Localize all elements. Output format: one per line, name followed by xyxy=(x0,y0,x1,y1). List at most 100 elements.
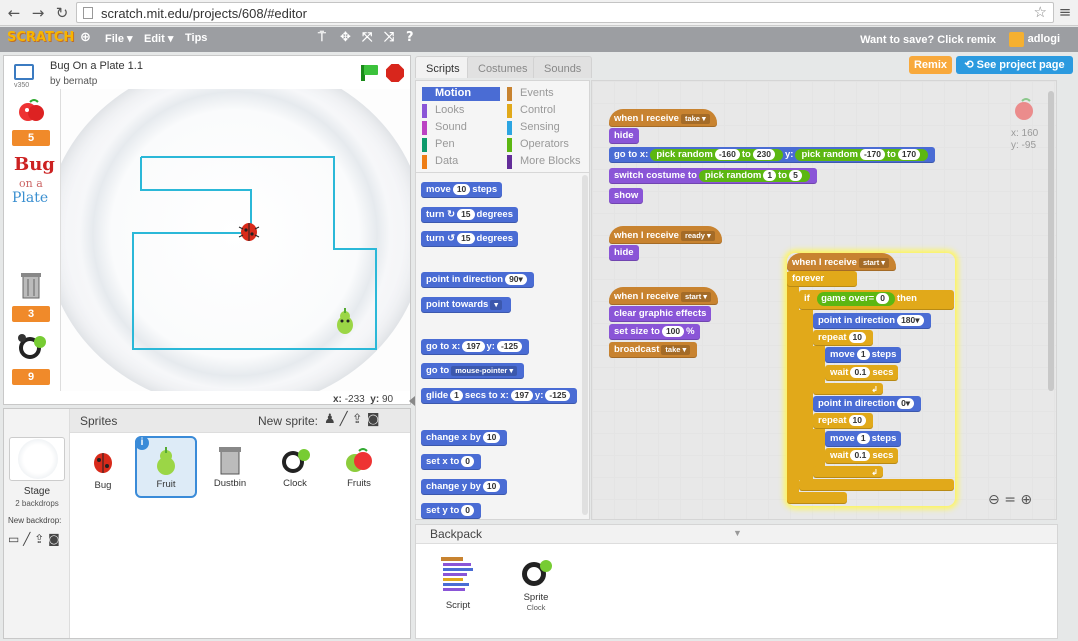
block-set-y[interactable]: set y to 0 xyxy=(421,503,481,519)
hat-when-receive-take[interactable]: when I receive take ▾ xyxy=(609,109,717,127)
sprite-thumb-dustbin[interactable]: Dustbin xyxy=(200,445,260,507)
palette-scrollbar[interactable] xyxy=(582,175,588,515)
block-forever[interactable]: forever xyxy=(787,271,857,287)
tab-scripts[interactable]: Scripts xyxy=(415,56,471,78)
scratch-menubar: SCRATCH ⊕ File ▾ Edit ▾ Tips ⍑ ✥ ⤧ ⤨ ? W… xyxy=(0,27,1078,52)
fruit-sprite[interactable] xyxy=(333,307,357,335)
user-avatar-icon[interactable] xyxy=(1009,32,1024,47)
shrink-icon[interactable]: ⤨ xyxy=(384,30,394,45)
tips-menu[interactable]: Tips xyxy=(185,32,207,44)
help-icon[interactable]: ? xyxy=(406,30,414,45)
category-sound[interactable]: Sound xyxy=(422,121,467,135)
delete-icon[interactable]: ✥ xyxy=(340,30,351,45)
green-flag-cloth[interactable] xyxy=(364,65,378,75)
block-glide[interactable]: glide 1 secs to x: 197 y: -125 xyxy=(421,388,578,404)
block-hide-2[interactable]: hide xyxy=(609,245,639,261)
block-show[interactable]: show xyxy=(609,188,644,204)
hat-when-receive-ready[interactable]: when I receive ready ▾ xyxy=(609,226,722,244)
backpack-header[interactable]: Backpack ▼ xyxy=(416,525,1057,544)
block-go-to-random[interactable]: go to x: pick random -160 to 230 y: pick rando… xyxy=(609,147,936,163)
block-move-2[interactable]: move 1 steps xyxy=(825,431,902,447)
backpack-toggle-icon[interactable]: ▼ xyxy=(733,528,742,538)
reload-icon[interactable]: ↻ xyxy=(52,3,72,23)
category-pen[interactable]: Pen xyxy=(422,138,455,152)
category-more-blocks[interactable]: More Blocks xyxy=(507,155,581,169)
fullscreen-icon[interactable] xyxy=(14,64,34,80)
file-menu[interactable]: File ▾ xyxy=(105,32,133,45)
see-project-page-button[interactable]: ⟲ See project page xyxy=(956,56,1073,74)
hat-when-receive-start-2[interactable]: when I receive start ▾ xyxy=(787,253,897,271)
category-operators[interactable]: Operators xyxy=(507,138,569,152)
browser-menu-icon[interactable]: ≡ xyxy=(1052,0,1078,26)
block-move-1[interactable]: move 1 steps xyxy=(825,347,902,363)
block-turn-left[interactable]: turn ↺ 15 degrees xyxy=(421,231,518,247)
paint-sprite-icon[interactable]: ╱ xyxy=(340,412,348,427)
block-switch-costume[interactable]: switch costume to pick random 1 to 5 xyxy=(609,168,817,184)
block-set-x[interactable]: set x to 0 xyxy=(421,454,481,470)
block-broadcast[interactable]: broadcast take ▾ xyxy=(609,342,698,358)
block-go-to[interactable]: go to mouse-pointer ▾ xyxy=(421,363,525,379)
block-move[interactable]: move 10 steps xyxy=(421,182,503,198)
category-control[interactable]: Control xyxy=(507,104,555,118)
bookmark-star-icon[interactable]: ☆ xyxy=(1034,3,1047,21)
block-wait-2[interactable]: wait 0.1 secs xyxy=(825,448,899,464)
backpack-item-sprite[interactable]: Sprite Clock xyxy=(506,555,566,612)
block-point-0[interactable]: point in direction 0▾ xyxy=(813,396,922,412)
block-repeat-1[interactable]: repeat 10 xyxy=(813,330,873,346)
username[interactable]: adlogi xyxy=(1028,33,1060,45)
sprite-thumb-fruits[interactable]: Fruits xyxy=(329,445,389,507)
backdrop-paint-icon[interactable]: ╱ xyxy=(23,532,30,546)
tab-costumes[interactable]: Costumes xyxy=(467,56,539,78)
forward-icon[interactable]: → xyxy=(28,3,48,23)
category-events[interactable]: Events xyxy=(507,87,554,101)
block-point-180[interactable]: point in direction 180▾ xyxy=(813,313,931,329)
sprite-thumb-fruit[interactable]: i Fruit xyxy=(135,436,197,498)
info-icon[interactable]: i xyxy=(135,436,149,450)
edit-menu[interactable]: Edit ▾ xyxy=(144,32,173,45)
stage-thumbnail[interactable] xyxy=(9,437,65,481)
zoom-reset-icon[interactable]: = xyxy=(1004,492,1016,508)
category-motion[interactable]: Motion xyxy=(422,87,500,101)
back-icon[interactable]: ← xyxy=(4,3,24,23)
sprite-thumb-clock[interactable]: Clock xyxy=(265,445,325,507)
block-clear-effects[interactable]: clear graphic effects xyxy=(609,306,712,322)
block-hide[interactable]: hide xyxy=(609,128,639,144)
backdrop-camera-icon[interactable]: ◙ xyxy=(48,532,60,546)
block-change-x[interactable]: change x by 10 xyxy=(421,430,508,446)
backpack-item-script[interactable]: Script xyxy=(428,555,488,611)
zoom-in-icon[interactable]: ⊕ xyxy=(1020,492,1032,508)
block-wait-1[interactable]: wait 0.1 secs xyxy=(825,365,899,381)
project-title[interactable]: Bug On a Plate 1.1 xyxy=(50,60,143,72)
category-data[interactable]: Data xyxy=(422,155,458,169)
script-area-scrollbar[interactable] xyxy=(1048,91,1054,391)
backdrop-upload-icon[interactable]: ⇪ xyxy=(34,532,44,546)
block-point-direction[interactable]: point in direction 90▾ xyxy=(421,272,534,288)
sprite-thumb-bug[interactable]: Bug xyxy=(73,445,133,507)
scratch-logo[interactable]: SCRATCH xyxy=(7,30,74,45)
block-change-y[interactable]: change y by 10 xyxy=(421,479,508,495)
globe-icon[interactable]: ⊕ xyxy=(80,30,91,45)
block-if[interactable]: if game over= 0 then xyxy=(799,290,954,310)
category-looks[interactable]: Looks xyxy=(422,104,464,118)
block-go-to-xy[interactable]: go to x: 197 y: -125 xyxy=(421,339,529,355)
block-repeat-2[interactable]: repeat 10 xyxy=(813,413,873,429)
duplicate-icon[interactable]: ⍑ xyxy=(318,30,326,45)
block-set-size[interactable]: set size to 100% xyxy=(609,324,700,340)
remix-button[interactable]: Remix xyxy=(909,56,952,74)
block-turn-right[interactable]: turn ↻ 15 degrees xyxy=(421,207,518,223)
address-bar[interactable]: scratch.mit.edu/projects/608/#editor ☆ xyxy=(76,2,1054,23)
hat-when-receive-start[interactable]: when I receive start ▾ xyxy=(609,287,719,305)
stop-icon[interactable] xyxy=(386,64,404,82)
category-sensing[interactable]: Sensing xyxy=(507,121,560,135)
zoom-out-icon[interactable]: ⊖ xyxy=(988,492,1000,508)
backdrop-library-icon[interactable]: ▭ xyxy=(8,532,19,546)
sprite-library-icon[interactable]: ♟ xyxy=(324,412,336,427)
block-point-towards[interactable]: point towards ▾ xyxy=(421,297,511,313)
tab-sounds[interactable]: Sounds xyxy=(533,56,593,78)
upload-sprite-icon[interactable]: ⇪ xyxy=(352,412,363,427)
bug-sprite[interactable] xyxy=(237,219,261,243)
save-prompt[interactable]: Want to save? Click remix xyxy=(860,34,996,46)
grow-icon[interactable]: ⤧ xyxy=(362,30,372,45)
stage-canvas[interactable] xyxy=(60,89,410,391)
camera-sprite-icon[interactable]: ◙ xyxy=(367,412,380,427)
